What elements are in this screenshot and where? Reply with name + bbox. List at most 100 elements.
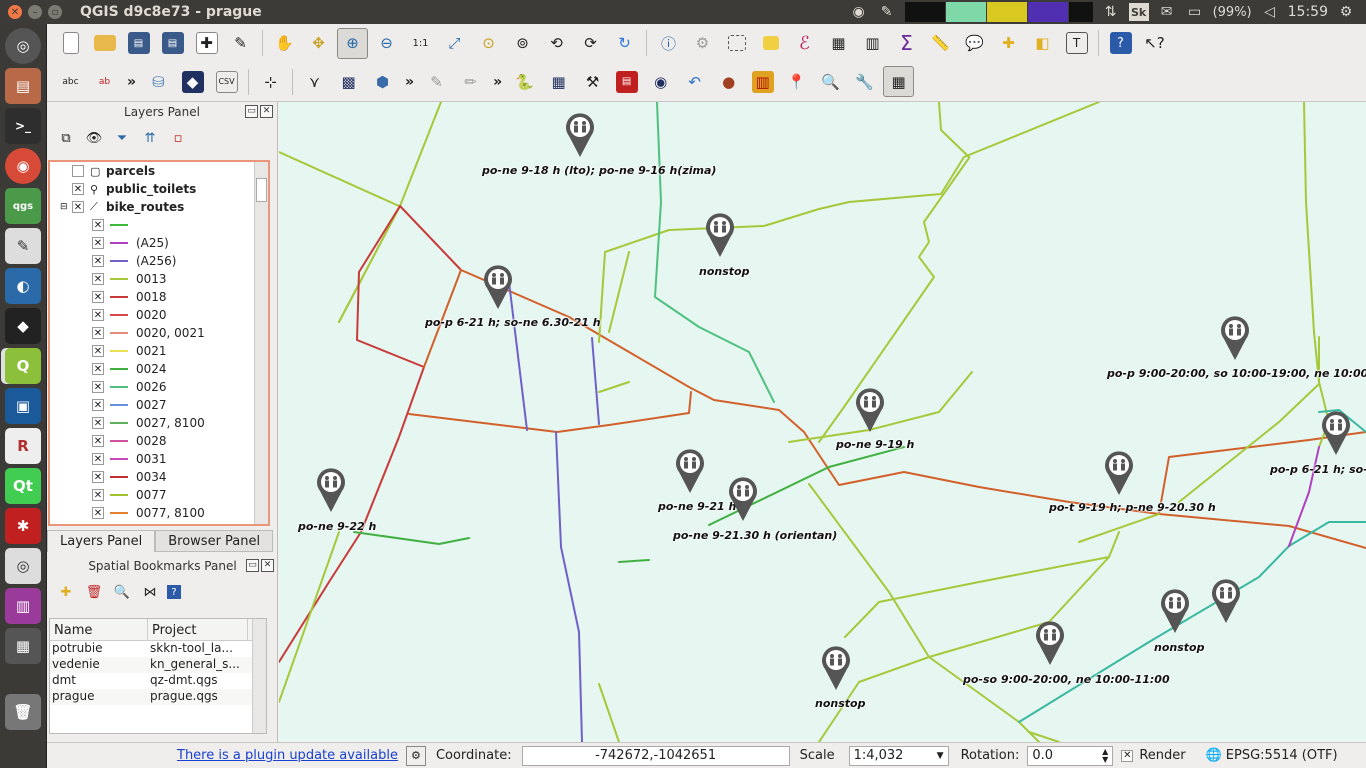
category-row[interactable]: ✕ (A25) [50,234,268,252]
column-header-project[interactable]: Project [148,619,248,640]
label-pin-button[interactable]: ab [89,66,120,97]
help-icon[interactable]: ? [167,585,181,599]
category-visibility-checkbox[interactable]: ✕ [92,381,104,393]
heatmap-button[interactable]: ▥ [747,66,778,97]
identify-features-button[interactable]: ⓘ [653,28,684,59]
geoprocess-button[interactable]: ⚒ [577,66,608,97]
webcam-icon[interactable]: ◎ [5,548,41,584]
crs-label[interactable]: EPSG:5514 (OTF) [1226,748,1338,763]
toilet-marker-icon[interactable] [821,645,851,691]
category-visibility-checkbox[interactable]: ✕ [92,435,104,447]
chrome-icon[interactable]: ◉ [849,3,869,21]
map-tool-button[interactable]: ▦ [883,66,915,97]
render-checkbox[interactable]: ✕ [1121,749,1134,762]
select-features-button[interactable] [721,28,752,59]
category-visibility-checkbox[interactable]: ✕ [92,309,104,321]
add-csv-button[interactable]: CSV [211,66,242,97]
files-icon[interactable]: ▤ [5,68,41,104]
virtualbox-icon[interactable]: ▣ [5,388,41,424]
zoom-selection-button[interactable]: ⊙ [473,28,504,59]
expression-select-button[interactable]: ℰ [789,28,820,59]
layer-row[interactable]: ✕ ⚲ public_toilets [50,180,268,198]
layer-row[interactable]: ▢ parcels [50,162,268,180]
inkscape-icon[interactable]: ◆ [5,308,41,344]
maps-icon[interactable]: ◐ [5,268,41,304]
category-visibility-checkbox[interactable]: ✕ [92,489,104,501]
text-editor-icon[interactable]: ✎ [5,228,41,264]
toolbar-overflow-chevron[interactable]: » [405,74,414,90]
undo-button[interactable]: ↶ [679,66,710,97]
toilet-marker-icon[interactable] [705,212,735,258]
zoom-last-button[interactable]: ⟲ [541,28,572,59]
whats-this-button[interactable]: ↖? [1139,28,1170,59]
toilet-marker-icon[interactable] [675,448,705,494]
layer-visibility-checkbox[interactable] [72,165,84,177]
edit-pencil-button[interactable]: ✏ [455,66,486,97]
category-visibility-checkbox[interactable]: ✕ [92,291,104,303]
toolbar-overflow-chevron[interactable]: » [493,74,502,90]
raster-grid-button[interactable]: ▦ [543,66,574,97]
open-project-button[interactable] [89,28,120,59]
db-manager-button[interactable]: ⛁ [143,66,174,97]
deselect-features-button[interactable] [755,28,786,59]
float-panel-button[interactable]: ▭ [245,105,258,118]
category-row[interactable]: ✕ 0018 [50,288,268,306]
refresh-button[interactable]: ↻ [609,28,640,59]
category-visibility-checkbox[interactable]: ✕ [92,219,104,231]
category-visibility-checkbox[interactable]: ✕ [92,237,104,249]
toilet-marker-icon[interactable] [728,476,758,522]
vertex-tool-button[interactable]: ⋎ [299,66,330,97]
toilet-marker-icon[interactable] [1160,588,1190,634]
layout-designer-button[interactable]: ▤ [611,66,642,97]
clock[interactable]: 15:59 [1288,4,1328,20]
layout-icon[interactable]: ▥ [5,588,41,624]
add-point-button[interactable]: 📍 [781,66,812,97]
close-window-button[interactable]: ✕ [8,5,22,19]
add-group-icon[interactable]: ⧉ [55,127,77,149]
text-annotation-button[interactable]: T [1061,28,1092,59]
zoom-native-button[interactable]: 1:1 [405,28,436,59]
tab-layers-panel[interactable]: Layers Panel [47,530,156,552]
qt-creator-icon[interactable]: Qt [5,468,41,504]
toilet-marker-icon[interactable] [316,467,346,513]
terminal-icon[interactable]: >_ [5,108,41,144]
digitize-button[interactable]: ⊹ [255,66,286,97]
pan-to-selection-button[interactable]: ✥ [303,28,334,59]
remove-layer-icon[interactable]: ▫ [167,127,189,149]
category-row[interactable]: ✕ 0013 [50,270,268,288]
toilet-marker-icon[interactable] [855,387,885,433]
workspace-switcher-icon[interactable]: ▦ [5,628,41,664]
new-print-layout-button[interactable]: ✚ [191,28,222,59]
chrome-icon[interactable]: ◉ [5,148,41,184]
layer-tree-scrollbar[interactable] [254,162,268,524]
close-panel-button[interactable]: ✕ [260,105,273,118]
system-monitor[interactable] [904,2,1093,22]
bookmark-row[interactable]: dmt qz-dmt.qgs [50,673,266,689]
share-icon[interactable]: ⋈ [139,581,161,603]
measure-button[interactable]: 📏 [925,28,956,59]
processing-tools-button[interactable]: 🔧 [849,66,880,97]
new-bookmark-button[interactable]: ✚ [993,28,1024,59]
delete-bookmark-icon[interactable]: 🗑 [83,581,105,603]
bookmark-row[interactable]: vedenie kn_general_s... [50,657,266,673]
show-bookmarks-button[interactable]: ◧ [1027,28,1058,59]
toilet-marker-icon[interactable] [1211,578,1241,624]
category-row[interactable]: ✕ 0021 [50,342,268,360]
grid-tool-button[interactable]: ▩ [333,66,364,97]
layer-visibility-checkbox[interactable]: ✕ [72,201,84,213]
collapse-icon[interactable]: ⊟ [60,202,72,212]
rotation-spinbox[interactable]: 0.0 ▲ ▼ [1027,745,1114,766]
help-button[interactable]: ? [1105,28,1136,59]
category-row[interactable]: ✕ 0024 [50,360,268,378]
toilet-marker-icon[interactable] [1321,410,1351,456]
qgis-legacy-icon[interactable]: qgs [5,188,41,224]
toilet-marker-icon[interactable] [483,264,513,310]
category-row[interactable]: ✕ [50,216,268,234]
expand-all-icon[interactable]: ⇈ [139,127,161,149]
search-button[interactable]: 🔍 [815,66,846,97]
bookmark-row[interactable]: prague prague.qgs [50,689,266,705]
plugin-update-link[interactable]: There is a plugin update available [177,748,398,763]
statistics-button[interactable]: Σ [891,28,922,59]
scale-combobox[interactable]: 1:4,032 ▼ [848,745,949,766]
category-row[interactable]: ✕ 0077, 8100 [50,504,268,522]
